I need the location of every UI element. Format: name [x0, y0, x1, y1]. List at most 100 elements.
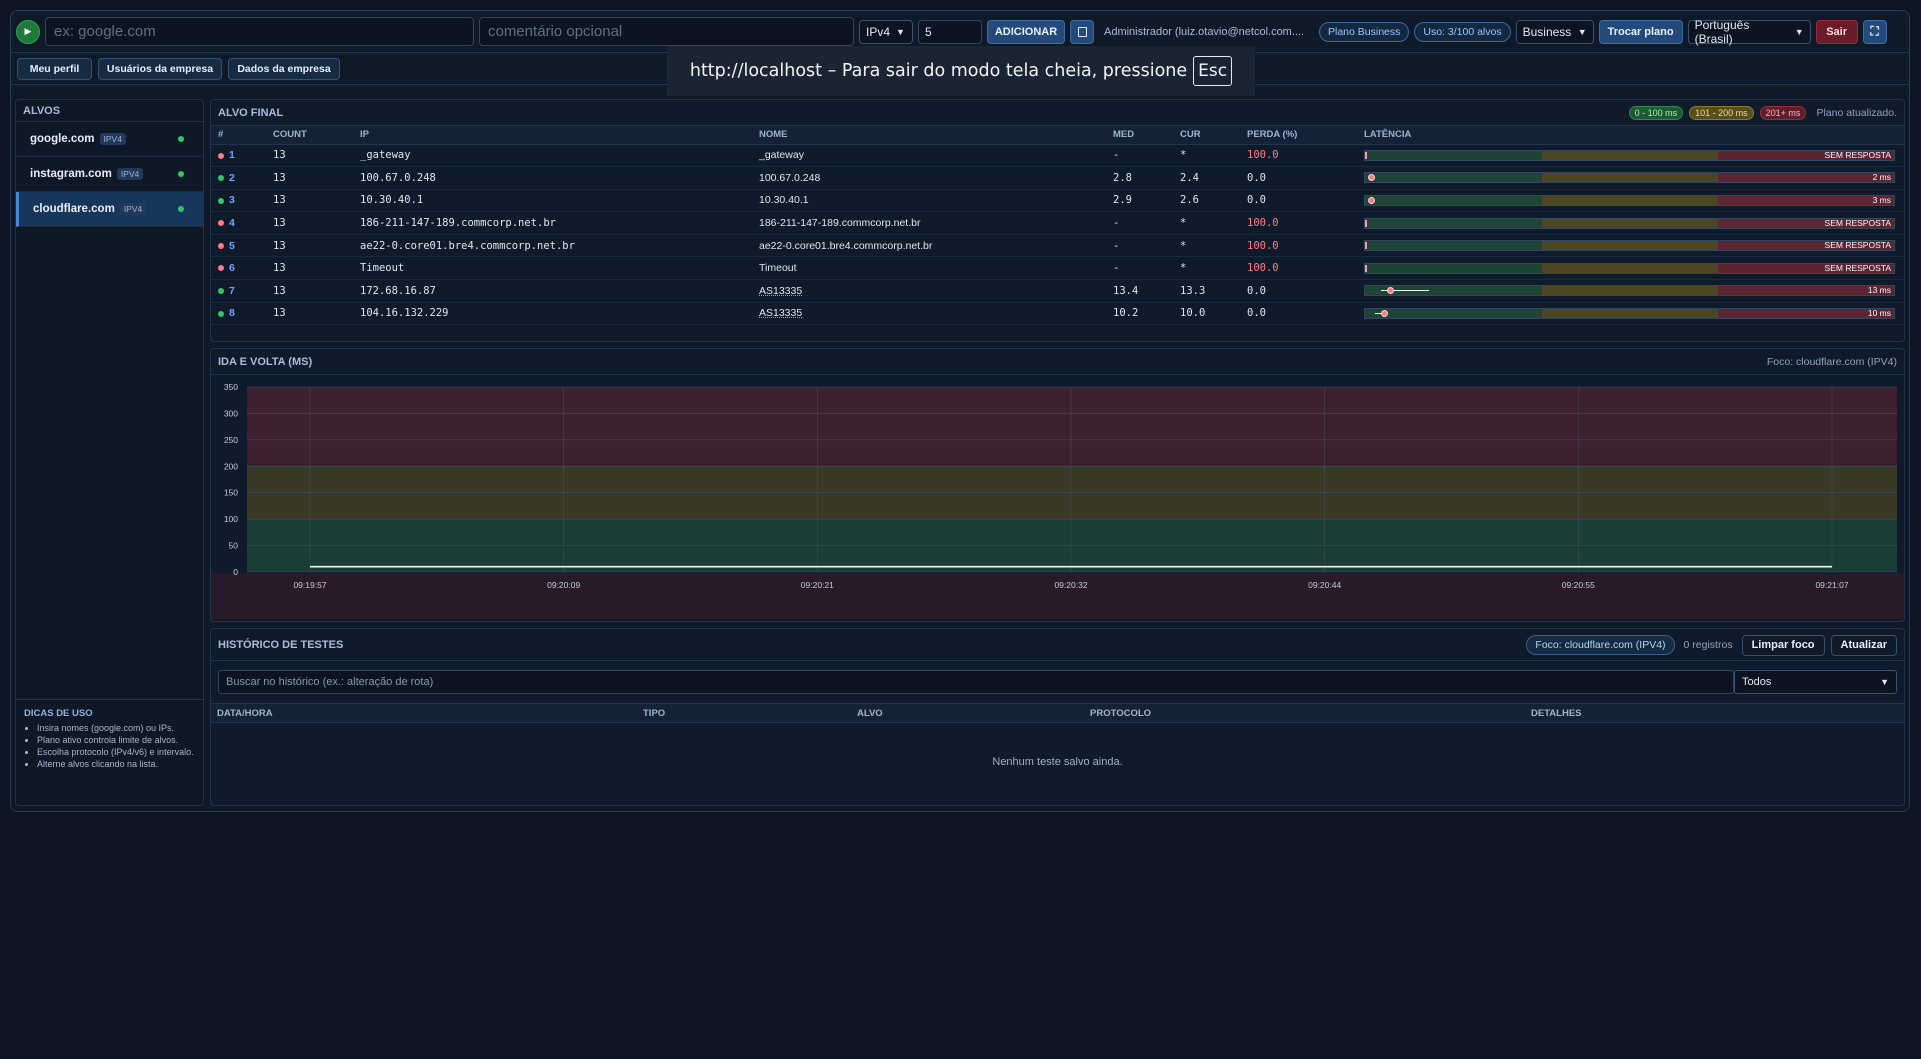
col-header: LATÊNCIA [1357, 126, 1904, 145]
med-cell: 10.2 [1106, 302, 1173, 326]
company-users-button[interactable]: Usuários da empresa [98, 57, 222, 80]
hop-number: 1 [229, 149, 235, 162]
history-focus-pill: Foco: cloudflare.com (IPV4) [1526, 635, 1675, 655]
status-dot [218, 220, 224, 227]
add-button[interactable]: ADICIONAR [987, 19, 1065, 44]
latency-zone-green [1365, 241, 1542, 251]
latency-zone-yellow [1541, 241, 1718, 251]
cur-cell: * [1173, 234, 1240, 258]
no-response-tick [1365, 264, 1367, 272]
usage-pill: Uso: 3/100 alvos [1414, 21, 1511, 42]
tip-item: Escolha protocolo (IPv4/v6) e intervalo. [37, 746, 195, 758]
profile-button[interactable]: Meu perfil [17, 57, 92, 80]
status-dot [218, 152, 224, 159]
col-header: CUR [1173, 126, 1240, 145]
hop-number-cell: 5 [211, 234, 266, 258]
history-search-input[interactable]: Buscar no histórico (ex.: alteração de r… [218, 670, 1734, 694]
rtt-header: IDA E VOLTA (MS) Foco: cloudflare.com (I… [211, 349, 1904, 375]
clear-focus-button[interactable]: Limpar foco [1741, 634, 1825, 656]
x-tick-label: 09:19:57 [293, 580, 326, 590]
med-cell: 2.8 [1106, 166, 1173, 190]
company-data-button[interactable]: Dados da empresa [228, 57, 340, 80]
protocol-badge: IPV4 [99, 133, 126, 145]
loss-cell: 100.0 [1240, 234, 1357, 258]
plan-select[interactable]: Business ▼ [1515, 19, 1594, 44]
status-dot [218, 288, 224, 295]
start-button[interactable]: ▶ [16, 19, 40, 44]
no-response-tick [1365, 219, 1367, 227]
count-cell: 13 [266, 144, 353, 168]
cur-cell: 2.6 [1173, 189, 1240, 213]
latency-cell: 10 ms [1357, 302, 1904, 326]
name-cell: Timeout [752, 256, 1106, 281]
latency-bar: SEM RESPOSTA [1364, 262, 1895, 274]
refresh-button[interactable]: Atualizar [1830, 634, 1897, 656]
history-panel: HISTÓRICO DE TESTES Foco: cloudflare.com… [210, 628, 1905, 806]
sidebar-item-cloudflare[interactable]: cloudflare.com IPV4 [16, 192, 203, 227]
status-dot [178, 171, 184, 177]
cur-cell: * [1173, 144, 1240, 168]
status-dot [218, 242, 224, 249]
med-cell: - [1106, 256, 1173, 281]
chevron-down-icon: ▼ [1794, 26, 1804, 37]
host-input[interactable] [45, 17, 474, 46]
user-label: Administrador (luiz.otavio@netcol.com...… [1104, 25, 1305, 38]
final-target-header: ALVO FINAL 0 - 100 ms 101 - 200 ms 201+ … [211, 100, 1904, 126]
loss-cell: 0.0 [1240, 279, 1357, 303]
table-row: 5 13 ae22-0.core01.bre4.commcorp.net.br ae2… [211, 234, 1904, 258]
rtt-panel: IDA E VOLTA (MS) Foco: cloudflare.com (I… [210, 348, 1905, 622]
latency-zone-yellow [1541, 286, 1718, 296]
count-cell: 13 [266, 234, 353, 258]
latency-label: 13 ms [1867, 285, 1891, 296]
logout-button[interactable]: Sair [1815, 19, 1858, 44]
latency-cell: SEM RESPOSTA [1357, 234, 1904, 258]
med-cell: - [1106, 211, 1173, 235]
col-header: PERDA (%) [1240, 126, 1357, 145]
fullscreen-notice-text: http://localhost – Para sair do modo tel… [689, 61, 1188, 81]
count-cell: 13 [266, 302, 353, 326]
plan-select-value: Business [1522, 24, 1572, 39]
x-tick-label: 09:20:09 [547, 580, 580, 590]
col-header: COUNT [266, 126, 353, 145]
y-tick-label: 50 [229, 541, 239, 551]
table-row: 6 13 Timeout Timeout - * 100.0 SEM RESPOSTA [211, 256, 1904, 281]
history-filter-select[interactable]: Todos ▼ [1734, 670, 1897, 694]
status-dot [218, 265, 224, 272]
comment-input[interactable] [479, 17, 854, 46]
hop-number-cell: 2 [211, 166, 266, 190]
status-dot [178, 206, 184, 212]
name-cell: _gateway [752, 144, 1106, 168]
empty-history-message: Nenhum teste salvo ainda. [992, 756, 1123, 768]
sidebar-item-google[interactable]: google.com IPV4 [16, 122, 203, 157]
interval-input[interactable] [918, 19, 982, 44]
protocol-value: IPv4 [866, 24, 891, 39]
count-cell: 13 [266, 189, 353, 213]
change-plan-button[interactable]: Trocar plano [1598, 19, 1683, 44]
host-name: AS13335 [759, 307, 803, 320]
y-tick-label: 100 [224, 514, 238, 524]
x-tick-label: 09:21:07 [1815, 580, 1848, 590]
sidebar-item-instagram[interactable]: instagram.com IPV4 [16, 157, 203, 192]
latency-cell: 2 ms [1357, 166, 1904, 190]
language-select[interactable]: Português (Brasil) ▼ [1687, 17, 1811, 46]
chevron-down-icon: ▼ [896, 26, 905, 37]
host-name: AS13335 [759, 284, 803, 297]
fullscreen-button[interactable]: ⛶ [1862, 19, 1887, 44]
hop-number: 7 [229, 284, 235, 297]
latency-bar: SEM RESPOSTA [1364, 149, 1895, 161]
filter-value: Todos [1742, 676, 1772, 688]
latency-cell: SEM RESPOSTA [1357, 211, 1904, 235]
table-row: 4 13 186-211-147-189.commcorp.net.br 186-21… [211, 211, 1904, 235]
med-cell: - [1106, 144, 1173, 168]
loss-cell: 0.0 [1240, 189, 1357, 213]
ip-cell: 10.30.40.1 [353, 189, 752, 213]
save-button[interactable] [1070, 19, 1094, 44]
latency-zone-yellow [1541, 218, 1718, 228]
y-tick-label: 0 [233, 567, 238, 577]
host-name: 10.30.40.1 [759, 194, 809, 207]
protocol-select[interactable]: IPv4 ▼ [859, 19, 913, 44]
hop-number-cell: 1 [211, 144, 266, 168]
hop-number-cell: 3 [211, 189, 266, 213]
language-value: Português (Brasil) [1694, 17, 1750, 46]
usage-tips: DICAS DE USO Insira nomes (google.com) o… [16, 699, 203, 805]
